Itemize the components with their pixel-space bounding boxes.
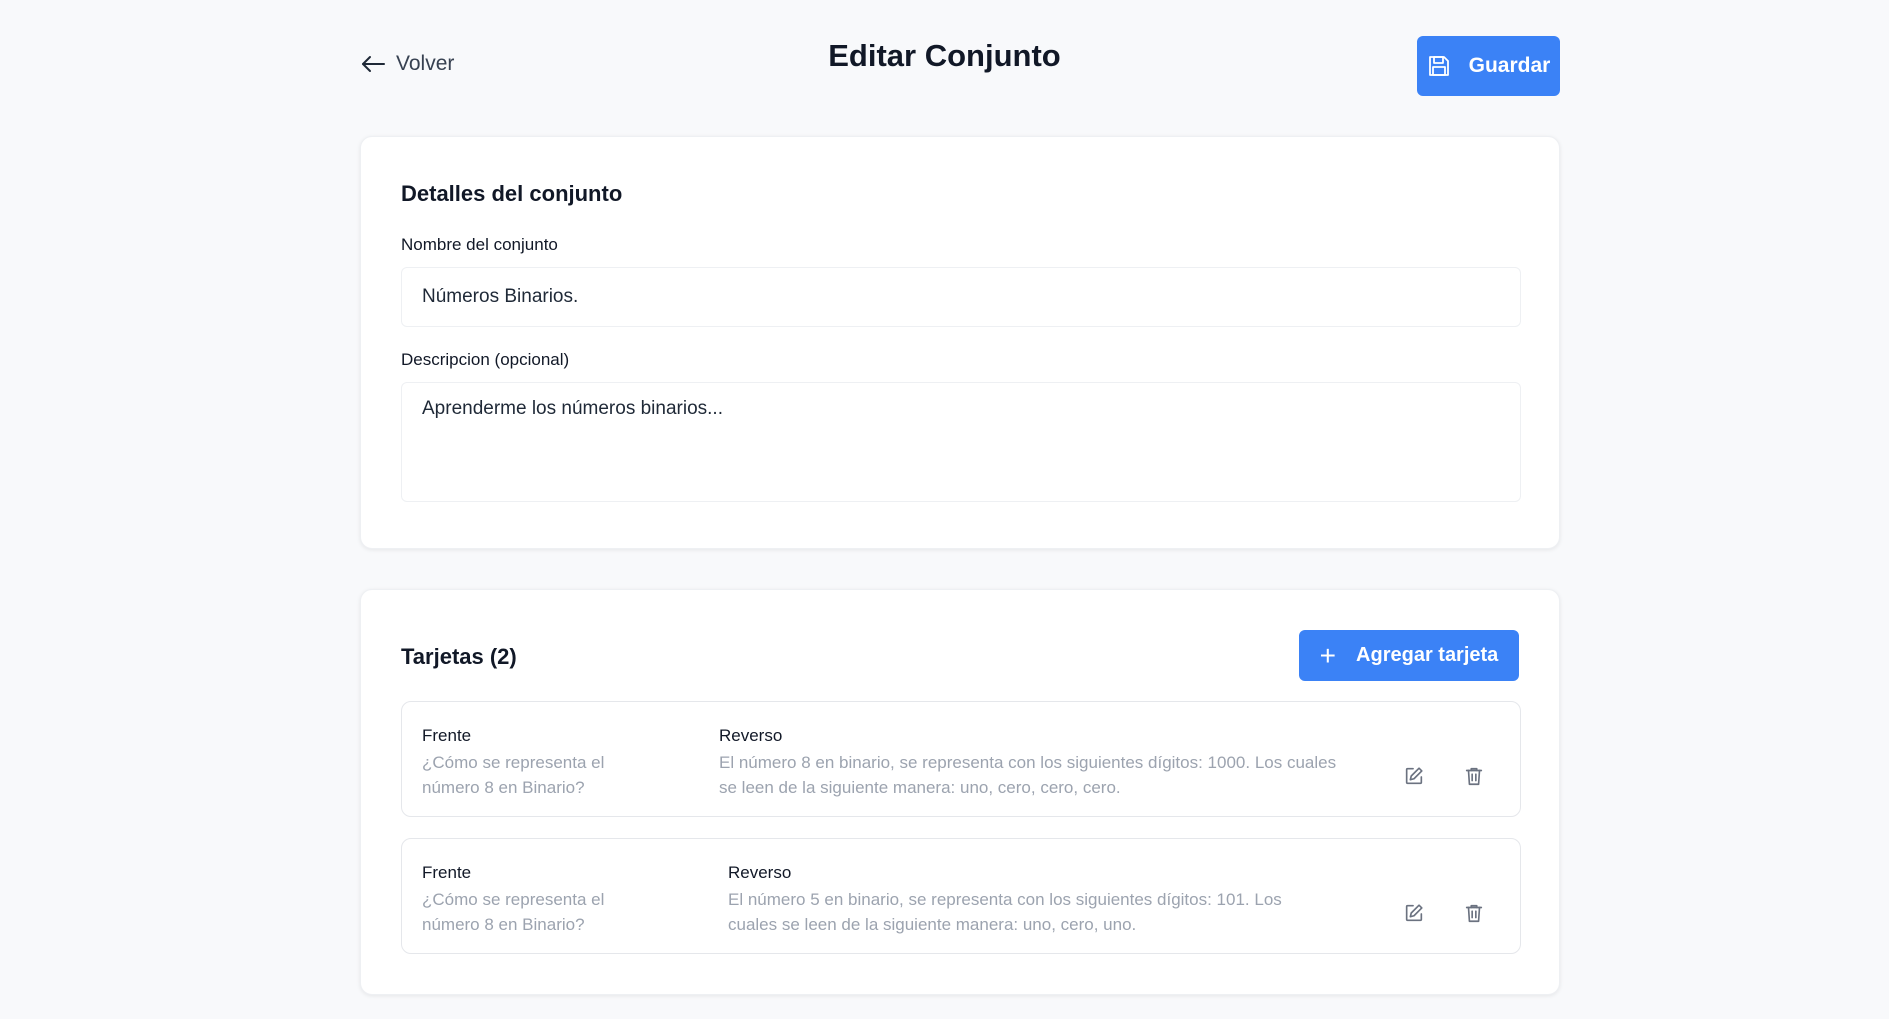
set-description-textarea[interactable]: Aprenderme los números binarios... [401,382,1521,502]
card-front-text: ¿Cómo se representa el número 8 en Binar… [422,753,605,797]
add-card-button[interactable]: + Agregar tarjeta [1299,630,1519,681]
cards-section-title: Tarjetas (2) [401,644,517,669]
card-front-label: Frente [422,726,472,745]
edit-card-button[interactable] [1402,764,1426,788]
delete-card-button[interactable] [1462,764,1486,788]
plus-icon: + [1319,639,1337,671]
back-label: Volver [396,52,455,75]
description-field-label: Descripcion (opcional) [401,350,570,369]
pencil-square-icon [1405,904,1423,922]
add-card-label: Agregar tarjeta [1356,644,1499,666]
floppy-disk-icon [1428,56,1449,76]
save-label: Guardar [1468,54,1551,77]
edit-card-button[interactable] [1402,901,1426,925]
card-front-text: ¿Cómo se representa el número 8 en Binar… [422,890,605,934]
trash-icon [1465,767,1483,786]
edit-set-page: Volver Editar Conjunto Guardar Detalles … [0,0,1889,1019]
set-name-input[interactable]: Números Binarios. [401,267,1521,327]
name-field-label: Nombre del conjunto [401,235,558,254]
cards-section: Tarjetas (2) + Agregar tarjeta Frente ¿C… [360,589,1560,995]
card-back-label: Reverso [719,726,783,745]
set-details-card: Detalles del conjunto Nombre del conjunt… [360,136,1560,549]
trash-icon [1465,904,1483,923]
back-link[interactable]: Volver [360,52,454,76]
flash-card: Frente ¿Cómo se representa el número 8 e… [401,838,1521,954]
save-button[interactable]: Guardar [1417,36,1560,96]
flash-card: Frente ¿Cómo se representa el número 8 e… [401,701,1521,817]
details-section-title: Detalles del conjunto [401,181,623,206]
pencil-square-icon [1405,767,1423,785]
delete-card-button[interactable] [1462,901,1486,925]
card-back-text: El número 8 en binario, se representa co… [719,753,1337,797]
card-back-text: El número 5 en binario, se representa co… [728,890,1282,934]
page-title: Editar Conjunto [828,38,1061,73]
card-front-label: Frente [422,863,472,882]
arrow-left-icon [362,56,385,72]
card-back-label: Reverso [728,863,792,882]
